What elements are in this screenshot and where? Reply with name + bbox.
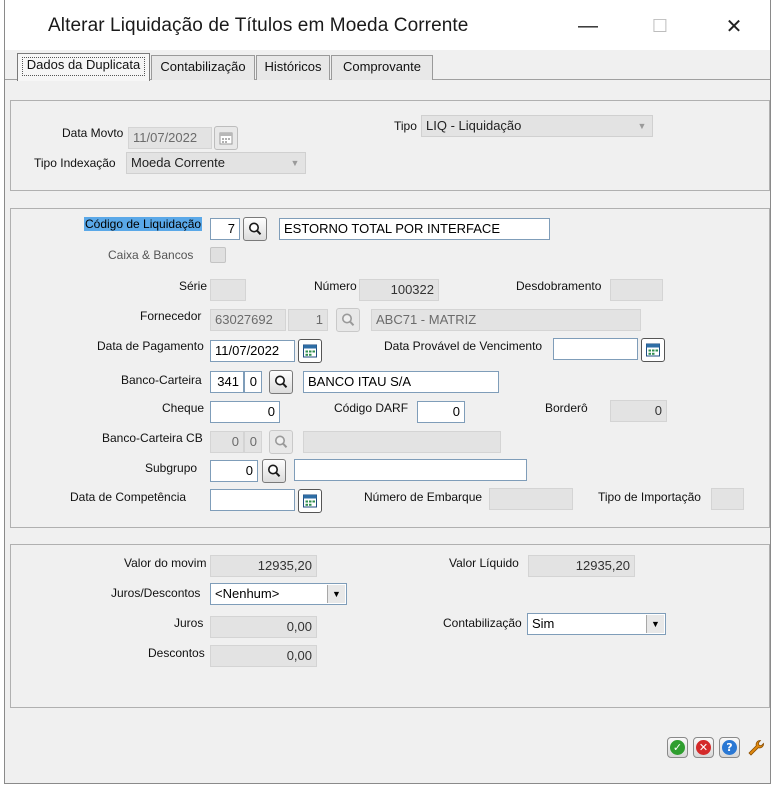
banco-carteira-cb-label: Banco-Carteira CB [102,431,203,445]
juros-label: Juros [174,616,204,630]
tools-button[interactable] [745,737,766,758]
valor-liquido-field: 12935,20 [528,555,635,577]
tab-historicos[interactable]: Históricos [256,55,330,80]
desdobramento-label: Desdobramento [516,279,602,293]
contabilizacao-select[interactable]: Sim ▼ [527,613,666,635]
codigo-liquidacao-label: Código de Liquidação [84,217,203,231]
bordero-field: 0 [610,400,667,422]
tipo-value: LIQ - Liquidação [426,118,522,133]
data-pagamento-label: Data de Pagamento [97,339,204,353]
tab-strip: Dados da Duplicata Contabilização Histór… [5,50,770,81]
header-panel: Data Movto 11/07/2022 Tipo Indexação Moe… [10,100,770,191]
calendar-icon[interactable] [641,338,665,362]
subgrupo-description[interactable] [294,459,527,481]
tipo-select: LIQ - Liquidação ▼ [421,115,653,137]
numero-embarque-field [489,488,573,510]
serie-field [210,279,246,301]
codigo-darf-label: Código DARF [334,401,409,415]
calendar-icon[interactable] [298,489,322,513]
data-competencia-field[interactable] [210,489,295,511]
chevron-down-icon: ▼ [290,158,300,168]
banco-code-field[interactable]: 341 [210,371,244,393]
search-icon [336,308,360,332]
serie-label: Série [179,279,208,293]
search-icon[interactable] [269,370,293,394]
check-icon: ✓ [670,740,685,755]
data-movto-label: Data Movto [62,126,124,140]
search-icon[interactable] [262,459,286,483]
codigo-darf-field[interactable]: 0 [417,401,465,423]
codigo-liquidacao-description[interactable]: ESTORNO TOTAL POR INTERFACE [279,218,550,240]
bordero-label: Borderô [545,401,588,415]
numero-embarque-label: Número de Embarque [364,490,483,504]
cheque-field[interactable]: 0 [210,401,280,423]
cancel-icon: ✕ [696,740,711,755]
maximize-button[interactable]: ☐ [637,10,683,42]
fornecedor-label: Fornecedor [140,309,202,323]
desdobramento-field [610,279,663,301]
wrench-icon [747,739,764,756]
caixa-bancos-checkbox [210,247,226,263]
calendar-icon [214,126,238,150]
chevron-down-icon[interactable]: ▼ [646,615,664,633]
minimize-button[interactable]: — [565,10,611,42]
juros-descontos-label: Juros/Descontos [111,586,201,600]
descontos-label: Descontos [148,646,205,660]
subgrupo-label: Subgrupo [145,461,198,475]
tipo-indexacao-label: Tipo Indexação [34,156,116,170]
banco-cb-code-field: 0 [210,431,244,453]
codigo-liquidacao-field[interactable]: 7 [210,218,240,240]
valor-movimento-field: 12935,20 [210,555,317,577]
data-provavel-field[interactable] [553,338,638,360]
numero-label: Número [314,279,357,293]
valor-liquido-label: Valor Líquido [449,556,519,570]
cheque-label: Cheque [162,401,205,415]
help-button[interactable]: ? [719,737,740,758]
tipo-label: Tipo [394,119,417,133]
chevron-down-icon: ▼ [637,121,647,131]
tab-comprovante[interactable]: Comprovante [331,55,433,80]
fornecedor-loja-field: 1 [288,309,328,331]
data-pagamento-field[interactable]: 11/07/2022 [210,340,295,362]
caixa-bancos-label: Caixa & Bancos [108,248,194,262]
ok-button[interactable]: ✓ [667,737,688,758]
banco-cb-name-field [303,431,501,453]
tipo-indexacao-select: Moeda Corrente ▼ [126,152,306,174]
contabilizacao-value: Sim [532,616,555,631]
title-bar: Alterar Liquidação de Títulos em Moeda C… [5,0,770,50]
tipo-importacao-label: Tipo de Importação [598,490,701,504]
carteira-cb-code-field: 0 [244,431,262,453]
subgrupo-field[interactable]: 0 [210,460,258,482]
chevron-down-icon[interactable]: ▼ [327,585,345,603]
data-provavel-label: Data Provável de Vencimento [384,339,543,353]
liquidation-panel: Código de Liquidação 7 ESTORNO TOTAL POR… [10,208,770,528]
data-competencia-label: Data de Competência [70,490,187,504]
juros-descontos-select[interactable]: <Nenhum> ▼ [210,583,347,605]
cancel-button[interactable]: ✕ [693,737,714,758]
descontos-field: 0,00 [210,645,317,667]
valor-movimento-label: Valor do movim [124,556,207,570]
juros-descontos-value: <Nenhum> [215,586,280,601]
dialog-window: Alterar Liquidação de Títulos em Moeda C… [4,0,771,784]
search-icon [269,430,293,454]
tab-dados-da-duplicata[interactable]: Dados da Duplicata [17,53,150,81]
calendar-icon[interactable] [298,339,322,363]
fornecedor-code-field: 63027692 [210,309,286,331]
tipo-indexacao-value: Moeda Corrente [131,155,225,170]
carteira-code-field[interactable]: 0 [244,371,262,393]
help-icon: ? [722,740,737,755]
tipo-importacao-field [711,488,744,510]
search-icon[interactable] [243,217,267,241]
juros-field: 0,00 [210,616,317,638]
tab-contabilizacao[interactable]: Contabilização [151,55,255,80]
values-panel: Valor do movim 12935,20 Valor Líquido 12… [10,544,770,708]
numero-field: 100322 [359,279,439,301]
banco-carteira-label: Banco-Carteira [121,373,202,387]
fornecedor-name-field: ABC71 - MATRIZ [371,309,641,331]
contabilizacao-label: Contabilização [443,616,522,630]
close-button[interactable]: ✕ [711,10,757,42]
banco-name-field[interactable]: BANCO ITAU S/A [303,371,499,393]
window-title: Alterar Liquidação de Títulos em Moeda C… [48,15,469,36]
data-movto-field: 11/07/2022 [128,127,212,149]
